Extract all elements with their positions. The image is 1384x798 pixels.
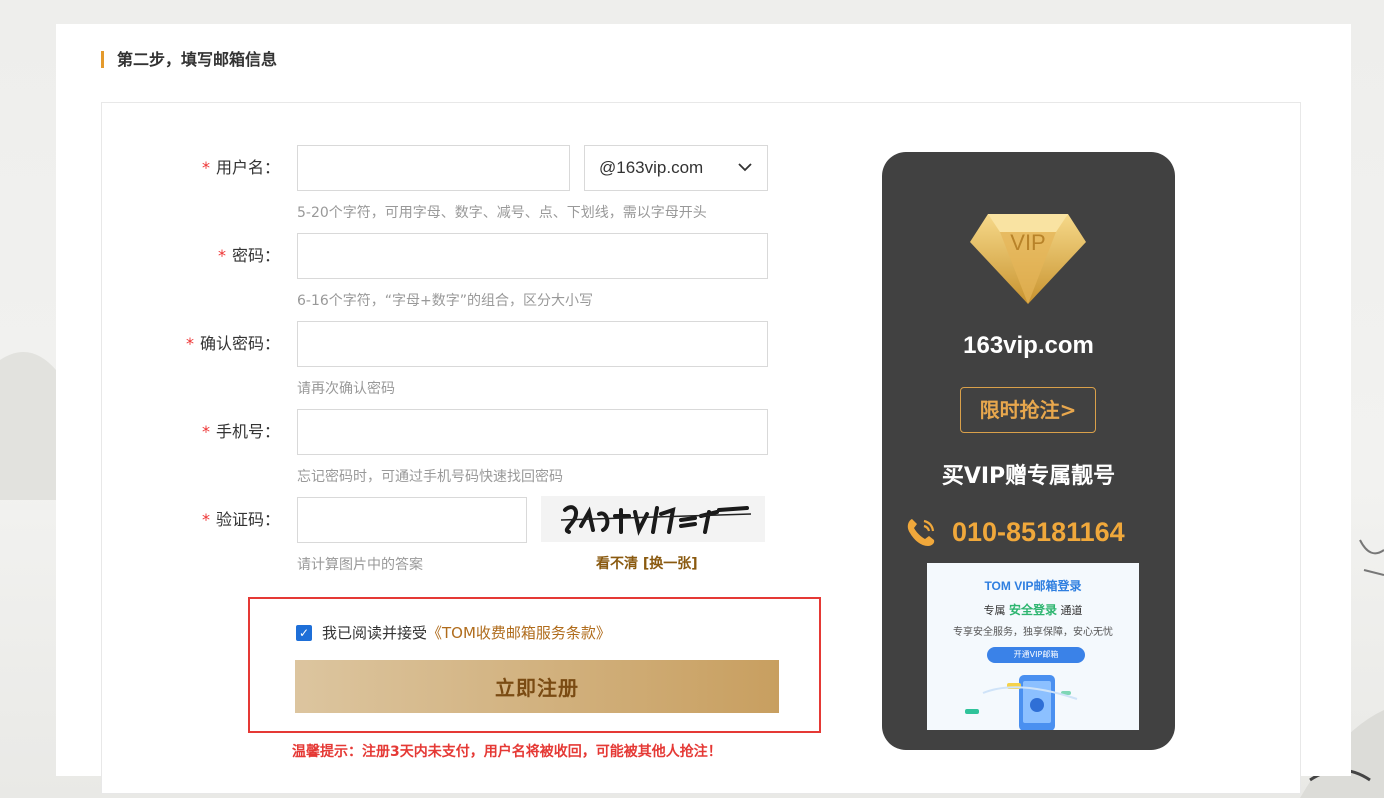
confirm-password-input[interactable] [297,321,768,367]
vip-badge-text: VIP [1010,230,1045,255]
phone-illustration-icon [965,675,1078,730]
background-art-left [0,352,56,500]
required-mark: * [217,246,226,265]
phone-icon [907,519,935,546]
vip-slogan: 买VIP赠专属靓号 [941,464,1116,489]
step-title: 第二步，填写邮箱信息 [101,49,277,71]
captcha-image[interactable] [541,496,765,542]
agreement-row: ✓ 我已阅读并接受《TOM收费邮箱服务条款》 [296,622,611,643]
vip-phone-number: 010-85181164 [952,516,1125,547]
step-title-text: 第二步，填写邮箱信息 [117,50,278,69]
terms-link[interactable]: 《TOM收费邮箱服务条款》 [427,624,611,642]
username-label-text: 用户名： [215,158,280,177]
chevron-down-icon [737,146,753,208]
password-label-text: 密码： [231,246,280,265]
phone-label-text: 手机号： [215,422,280,441]
promo-button[interactable]: 开通VIP邮箱 [987,647,1085,663]
phone-hint: 忘记密码时，可通过手机号码快速找回密码 [297,469,563,485]
required-mark: * [201,422,210,441]
register-button[interactable]: 立即注册 [295,660,779,713]
username-label: * 用户名： [100,145,280,191]
promo-subtitle: 专属 安全登录 通道 [927,601,1139,618]
vip-phone-row: 010-85181164 [904,514,1164,550]
required-mark: * [201,158,210,177]
vip-ad-card[interactable]: VIP 163vip.com 限时抢注> 买VIP赠专属靓号 010-85181… [882,152,1175,750]
promo-banner[interactable]: TOM VIP邮箱登录 专属 安全登录 通道 专享安全服务，独享保障，安心无忧 … [927,563,1139,730]
captcha-label-text: 验证码： [215,510,280,529]
promo-sub-suffix: 通道 [1060,604,1083,617]
vip-domain: 163vip.com [963,332,1094,359]
step-title-accent-bar [101,51,104,68]
promo-sub-highlight: 安全登录 [1008,603,1057,617]
domain-select[interactable]: @163vip.com [584,145,768,191]
agreement-checkbox[interactable]: ✓ [296,624,312,641]
captcha-unclear-text[interactable]: 看不清 [596,556,638,572]
confirm-password-label: * 确认密码： [100,321,280,367]
domain-select-value: @163vip.com [599,158,704,177]
captcha-refresh-link[interactable]: [换一张] [643,556,698,572]
password-input[interactable] [297,233,768,279]
captcha-refresh[interactable]: 看不清 [换一张] [596,553,698,573]
username-hint: 5-20个字符，可用字母、数字、减号、点、下划线，需以字母开头 [297,205,707,221]
phone-input[interactable] [297,409,768,455]
confirm-password-hint: 请再次确认密码 [297,381,395,397]
vip-cta-button[interactable]: 限时抢注> [960,387,1096,433]
vip-diamond-icon: VIP [970,214,1086,304]
required-mark: * [201,510,210,529]
warning-text: 温馨提示：注册3天内未支付，用户名将被收回，可能被其他人抢注！ [292,744,722,760]
promo-title: TOM VIP邮箱登录 [984,579,1082,593]
password-label: * 密码： [100,233,280,279]
promo-sub-prefix: 专属 [983,604,1006,617]
promo-line: 专享安全服务，独享保障，安心无忧 [953,627,1113,638]
required-mark: * [185,334,194,353]
confirm-password-label-text: 确认密码： [199,334,280,353]
captcha-input[interactable] [297,497,527,543]
username-input[interactable] [297,145,570,191]
phone-label: * 手机号： [100,409,280,455]
agreement-text: 我已阅读并接受 [322,624,428,642]
password-hint: 6-16个字符，“字母+数字”的组合，区分大小写 [297,293,594,309]
captcha-hint: 请计算图片中的答案 [297,557,423,573]
captcha-label: * 验证码： [100,497,280,543]
